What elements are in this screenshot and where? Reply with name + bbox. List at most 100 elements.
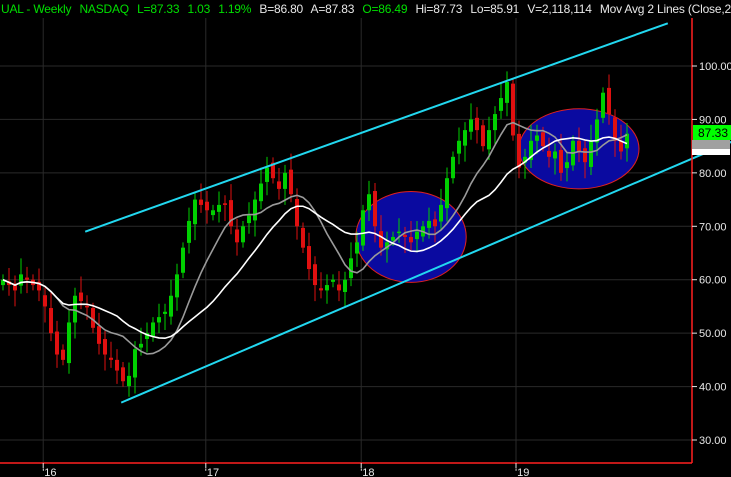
candle-body xyxy=(103,339,107,355)
candle-body xyxy=(373,191,377,227)
candle-body xyxy=(409,236,413,243)
candle-body xyxy=(181,247,185,273)
candle-body xyxy=(541,132,545,147)
candle-body xyxy=(427,220,431,228)
candle-body xyxy=(391,236,395,241)
candle-body xyxy=(325,285,329,291)
candle-body xyxy=(295,199,299,227)
candles xyxy=(1,71,629,397)
candle-body xyxy=(433,219,437,227)
candle-body xyxy=(151,322,155,337)
candle-body xyxy=(457,140,461,154)
candle-body xyxy=(583,148,587,163)
candle-body xyxy=(595,119,599,143)
candle-body xyxy=(235,229,239,243)
candle-body xyxy=(319,288,323,291)
candle-body xyxy=(199,199,203,205)
candle-body xyxy=(175,274,179,298)
candle-body xyxy=(355,242,359,254)
candle-body xyxy=(85,305,89,308)
candle-body xyxy=(163,311,167,314)
candle-body xyxy=(553,151,557,159)
ma20-value-box xyxy=(692,140,730,150)
last-price-label: 87.33 xyxy=(698,126,728,140)
candle-body xyxy=(601,92,605,118)
candle-body xyxy=(463,130,467,146)
candle-body xyxy=(19,274,23,286)
candle-body xyxy=(577,140,581,152)
candle-body xyxy=(241,226,245,243)
candle-body xyxy=(121,367,125,382)
candle-body xyxy=(223,203,227,205)
time-tick-label: '19 xyxy=(515,467,529,477)
candle-body xyxy=(157,317,161,323)
candle-body xyxy=(403,234,407,237)
candle-body xyxy=(517,133,521,168)
candle-body xyxy=(313,264,317,286)
candle-body xyxy=(607,87,611,115)
candle-body xyxy=(379,231,383,248)
candle-body xyxy=(133,349,137,378)
price-tick-label: 90.00 xyxy=(699,114,727,126)
candle-body xyxy=(247,215,251,224)
candle-body xyxy=(493,114,497,131)
candle-body xyxy=(61,349,65,360)
candle-body xyxy=(343,279,347,293)
candle-body xyxy=(451,156,455,179)
candle-body xyxy=(481,125,485,147)
ma40-value-box xyxy=(692,149,730,155)
candle-body xyxy=(115,359,119,371)
time-axis: '16 '17 '18 '19 xyxy=(42,463,529,477)
price-chart[interactable]: 30.00 40.00 50.00 60.00 70.00 80.00 90.00 100.0… xyxy=(0,0,731,477)
time-tick-label: '16 xyxy=(42,467,56,477)
trendline-lower-channel xyxy=(120,140,731,404)
candle-body xyxy=(205,201,209,211)
candle-body xyxy=(79,292,83,302)
price-axis: 30.00 40.00 50.00 60.00 70.00 80.00 90.00 100.0… xyxy=(692,61,731,447)
candle-body xyxy=(487,130,491,150)
candle-body xyxy=(469,119,473,132)
candle-body xyxy=(505,82,509,103)
candle-body xyxy=(97,326,101,344)
price-tick-label: 60.00 xyxy=(699,275,727,287)
candle-body xyxy=(445,178,449,209)
time-tick-label: '17 xyxy=(205,467,219,477)
candle-body xyxy=(43,295,47,307)
candle-body xyxy=(535,135,539,141)
candle-body xyxy=(277,181,281,189)
candle-body xyxy=(565,162,569,169)
candle-body xyxy=(67,322,71,364)
price-tick-label: 40.00 xyxy=(699,382,727,394)
candle-body xyxy=(73,295,77,323)
price-tick-label: 80.00 xyxy=(699,168,727,180)
candle-body xyxy=(283,172,287,189)
candle-body xyxy=(289,169,293,195)
candle-body xyxy=(49,308,53,334)
candle-body xyxy=(499,98,503,111)
candle-body xyxy=(337,284,341,291)
candle-body xyxy=(331,279,335,282)
candle-body xyxy=(307,246,311,270)
last-price-marker: 87.33 xyxy=(692,125,731,155)
candle-body xyxy=(253,199,257,221)
candle-body xyxy=(415,231,419,240)
candle-body xyxy=(265,167,269,182)
candle-body xyxy=(139,343,143,348)
candle-body xyxy=(397,231,401,234)
candle-body xyxy=(55,331,59,355)
candle-body xyxy=(475,117,479,131)
candle-body xyxy=(361,210,365,246)
price-tick-label: 70.00 xyxy=(699,221,727,233)
price-tick-label: 50.00 xyxy=(699,328,727,340)
candle-body xyxy=(109,357,113,360)
candle-body xyxy=(211,210,215,216)
candle-body xyxy=(127,375,131,387)
candle-body xyxy=(193,199,197,225)
candle-body xyxy=(301,227,305,248)
candle-body xyxy=(547,150,551,157)
candle-body xyxy=(217,204,221,212)
price-tick-label: 30.00 xyxy=(699,435,727,447)
candle-body xyxy=(25,277,29,280)
candle-body xyxy=(169,295,173,317)
grid xyxy=(0,18,692,463)
